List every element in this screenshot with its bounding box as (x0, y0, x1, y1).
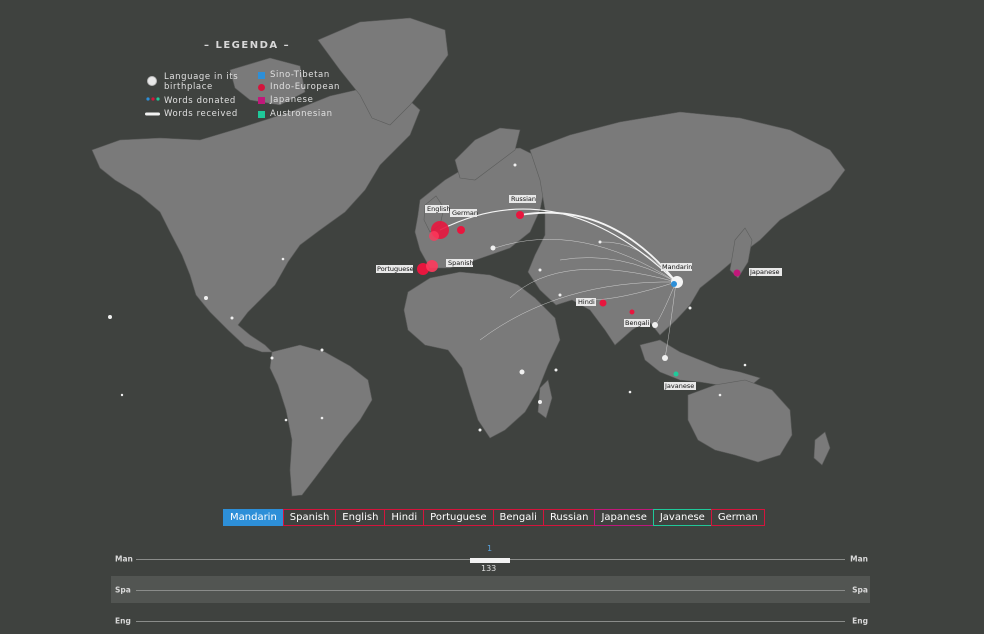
legend-sino-tibetan: Sino-Tibetan (270, 70, 330, 80)
bubble-bengali[interactable] (629, 309, 635, 315)
slider-bottom-value: 133 (481, 564, 497, 573)
row-label-right: Man (850, 554, 868, 563)
label-hindi: Hindi (578, 298, 595, 306)
tab-russian[interactable]: Russian (542, 509, 596, 526)
land-asia (527, 111, 846, 346)
label-bengali: Bengali (625, 319, 649, 327)
bubble-javanese[interactable] (673, 371, 679, 377)
row-label-right: Spa (852, 585, 868, 594)
label-spanish: Spanish (448, 259, 474, 267)
bubble-japanese[interactable] (733, 269, 741, 277)
bubble-hindi[interactable] (599, 299, 607, 307)
row-label-left: Man (115, 554, 133, 563)
dotted-line-icon (146, 97, 160, 101)
bubble-spanish[interactable] (426, 260, 438, 272)
tab-spanish[interactable]: Spanish (282, 509, 337, 526)
white-line-icon (145, 112, 160, 116)
legend-japanese: Japanese (270, 95, 314, 105)
tab-portuguese[interactable]: Portuguese (423, 509, 494, 526)
legend-words-donated: Words donated (164, 96, 236, 106)
row-label-left: Eng (115, 616, 131, 625)
row-label-left: Spa (115, 585, 131, 594)
legend-words-received: Words received (164, 109, 238, 119)
legend-title: – LEGENDA – (204, 40, 291, 51)
land-australia (687, 379, 793, 463)
slider-handle[interactable] (470, 558, 510, 563)
legend-indo-european: Indo-European (270, 82, 341, 92)
row-english: Eng Eng (111, 607, 870, 634)
land-africa (403, 271, 561, 439)
label-english: English (427, 205, 450, 213)
tab-hindi[interactable]: Hindi (384, 509, 425, 526)
label-mandarin: Mandarin (662, 263, 692, 271)
white-circle-icon (147, 76, 157, 86)
legend: – LEGENDA – Language in its birthplace W… (140, 36, 380, 131)
indo-european-swatch (258, 84, 265, 91)
bubble-german[interactable] (457, 226, 465, 234)
label-russian: Russian (511, 195, 536, 203)
label-portuguese: Portuguese (377, 265, 414, 273)
row-spanish: Spa Spa (111, 576, 870, 603)
legend-birthplace: Language in its birthplace (164, 72, 239, 92)
language-tabs: Mandarin Spanish English Hindi Portugues… (223, 509, 765, 526)
label-german: German (452, 209, 478, 217)
tab-japanese[interactable]: Japanese (594, 509, 654, 526)
land-new-zealand (813, 431, 831, 466)
label-japanese: Japanese (749, 268, 780, 276)
label-javanese: Javanese (664, 382, 694, 390)
tab-german[interactable]: German (710, 509, 765, 526)
slider-top-value: 1 (487, 544, 493, 553)
tab-javanese[interactable]: Javanese (652, 509, 712, 526)
tab-english[interactable]: English (335, 509, 386, 526)
legend-austronesian: Austronesian (270, 109, 333, 119)
land-madagascar (537, 379, 553, 419)
tab-bengali[interactable]: Bengali (492, 509, 544, 526)
bubble-russian[interactable] (516, 211, 524, 219)
row-line (136, 620, 845, 622)
row-label-right: Eng (852, 616, 868, 625)
row-line (136, 589, 845, 591)
tab-mandarin[interactable]: Mandarin (223, 509, 284, 526)
sino-tibetan-swatch (258, 72, 265, 79)
japanese-swatch (258, 97, 265, 104)
austronesian-swatch (258, 111, 265, 118)
